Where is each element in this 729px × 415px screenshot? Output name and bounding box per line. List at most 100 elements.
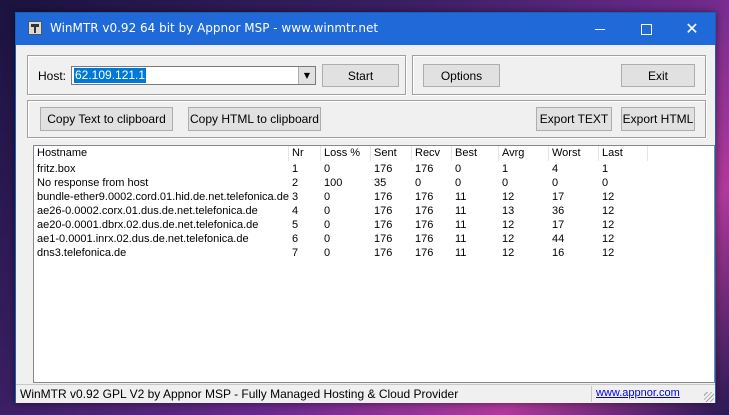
cell-nr: 1 (292, 163, 299, 175)
copy-text-button[interactable]: Copy Text to clipboard (40, 107, 173, 131)
column-header-hostname[interactable]: Hostname (34, 146, 289, 161)
cell-recv: 176 (415, 247, 434, 259)
options-button[interactable]: Options (423, 64, 500, 87)
cell-worst: 16 (552, 247, 565, 259)
host-input[interactable]: 62.109.121.1 (74, 68, 147, 83)
exit-button[interactable]: Exit (621, 64, 695, 87)
cell-nr: 7 (292, 247, 299, 259)
cell-best: 11 (455, 205, 467, 217)
cell-worst: 17 (552, 219, 565, 231)
cell-loss: 100 (324, 177, 343, 189)
cell-recv: 176 (415, 219, 434, 231)
close-icon: ✕ (685, 19, 699, 38)
cell-hostname: fritz.box (37, 163, 76, 175)
cell-hostname: ae26-0.0002.corx.01.dus.de.net.telefonic… (37, 205, 258, 217)
cell-loss: 0 (324, 163, 331, 175)
cell-avrg: 12 (502, 233, 515, 245)
cell-sent: 176 (374, 219, 393, 231)
cell-worst: 17 (552, 191, 565, 203)
table-row[interactable]: dns3.telefonica.de 7 0 176 176 11 12 16 12 (34, 246, 714, 260)
cell-sent: 176 (374, 247, 393, 259)
cell-worst: 36 (552, 205, 565, 217)
cell-nr: 2 (292, 177, 299, 189)
column-header-nr[interactable]: Nr (289, 146, 321, 161)
table-row[interactable]: fritz.box 1 0 176 176 0 1 4 1 (34, 162, 714, 176)
cell-best: 11 (455, 247, 467, 259)
table-row[interactable]: ae1-0.0001.inrx.02.dus.de.net.telefonica… (34, 232, 714, 246)
column-header-best[interactable]: Best (452, 146, 499, 161)
cell-hostname: bundle-ether9.0002.cord.01.hid.de.net.te… (37, 191, 289, 203)
cell-last: 12 (602, 247, 615, 259)
column-header-avrg[interactable]: Avrg (499, 146, 549, 161)
cell-nr: 3 (292, 191, 299, 203)
cell-last: 12 (602, 233, 615, 245)
cell-loss: 0 (324, 191, 331, 203)
cell-best: 11 (455, 191, 467, 203)
table-row[interactable]: No response from host 2 100 35 0 0 0 0 0 (34, 176, 714, 190)
cell-best: 11 (455, 219, 467, 231)
dropdown-arrow-icon[interactable]: ▼ (298, 67, 315, 84)
status-link-panel: www.appnor.com (591, 386, 703, 402)
cell-hostname: ae1-0.0001.inrx.02.dus.de.net.telefonica… (37, 233, 249, 245)
status-text: WinMTR v0.92 GPL V2 by Appnor MSP - Full… (20, 387, 459, 401)
cell-recv: 0 (415, 177, 422, 189)
cell-sent: 176 (374, 163, 393, 175)
resize-grip[interactable] (704, 392, 714, 402)
cell-sent: 176 (374, 205, 393, 217)
cell-worst: 0 (552, 177, 559, 189)
minimize-icon (595, 28, 605, 30)
cell-sent: 176 (374, 191, 393, 203)
cell-avrg: 12 (502, 219, 515, 231)
cell-last: 0 (602, 177, 609, 189)
results-table[interactable]: Hostname Nr Loss % Sent Recv Best Avrg W… (33, 145, 715, 383)
close-button[interactable]: ✕ (669, 13, 715, 45)
host-label: Host: (38, 69, 67, 83)
cell-nr: 6 (292, 233, 299, 245)
cell-worst: 44 (552, 233, 565, 245)
column-header-loss[interactable]: Loss % (321, 146, 371, 161)
cell-recv: 176 (415, 233, 434, 245)
status-bar: WinMTR v0.92 GPL V2 by Appnor MSP - Full… (16, 384, 715, 403)
cell-recv: 176 (415, 191, 434, 203)
export-text-button[interactable]: Export TEXT (536, 107, 612, 131)
cell-recv: 176 (415, 163, 434, 175)
start-button[interactable]: Start (322, 64, 399, 87)
cell-loss: 0 (324, 205, 331, 217)
cell-worst: 4 (552, 163, 559, 175)
cell-nr: 5 (292, 219, 299, 231)
cell-avrg: 12 (502, 247, 515, 259)
cell-hostname: dns3.telefonica.de (37, 247, 127, 259)
cell-loss: 0 (324, 219, 331, 231)
cell-sent: 176 (374, 233, 393, 245)
cell-nr: 4 (292, 205, 299, 217)
cell-hostname: ae20-0.0001.dbrx.02.dus.de.net.telefonic… (37, 219, 259, 231)
column-header-last[interactable]: Last (599, 146, 648, 161)
column-header-recv[interactable]: Recv (412, 146, 452, 161)
host-combobox[interactable]: 62.109.121.1 ▼ (71, 66, 316, 85)
column-header-sent[interactable]: Sent (371, 146, 412, 161)
table-row[interactable]: ae20-0.0001.dbrx.02.dus.de.net.telefonic… (34, 218, 714, 232)
cell-recv: 176 (415, 205, 434, 217)
minimize-button[interactable] (577, 13, 623, 45)
maximize-icon (640, 23, 652, 35)
cell-loss: 0 (324, 233, 331, 245)
cell-hostname: No response from host (37, 177, 149, 189)
cell-avrg: 1 (502, 163, 509, 175)
cell-last: 12 (602, 219, 615, 231)
cell-best: 0 (455, 177, 462, 189)
table-row[interactable]: bundle-ether9.0002.cord.01.hid.de.net.te… (34, 190, 714, 204)
cell-avrg: 13 (502, 205, 515, 217)
copy-html-button[interactable]: Copy HTML to clipboard (188, 107, 321, 131)
appnor-link[interactable]: www.appnor.com (596, 387, 680, 399)
cell-last: 12 (602, 191, 615, 203)
export-html-button[interactable]: Export HTML (621, 107, 695, 131)
winmtr-window: WinMTR v0.92 64 bit by Appnor MSP - www.… (15, 12, 716, 403)
cell-avrg: 0 (502, 177, 509, 189)
maximize-button[interactable] (623, 13, 669, 45)
title-bar[interactable]: WinMTR v0.92 64 bit by Appnor MSP - www.… (16, 13, 715, 45)
column-header-worst[interactable]: Worst (549, 146, 599, 161)
cell-sent: 35 (374, 177, 387, 189)
cell-last: 12 (602, 205, 615, 217)
table-row[interactable]: ae26-0.0002.corx.01.dus.de.net.telefonic… (34, 204, 714, 218)
cell-best: 11 (455, 233, 467, 245)
